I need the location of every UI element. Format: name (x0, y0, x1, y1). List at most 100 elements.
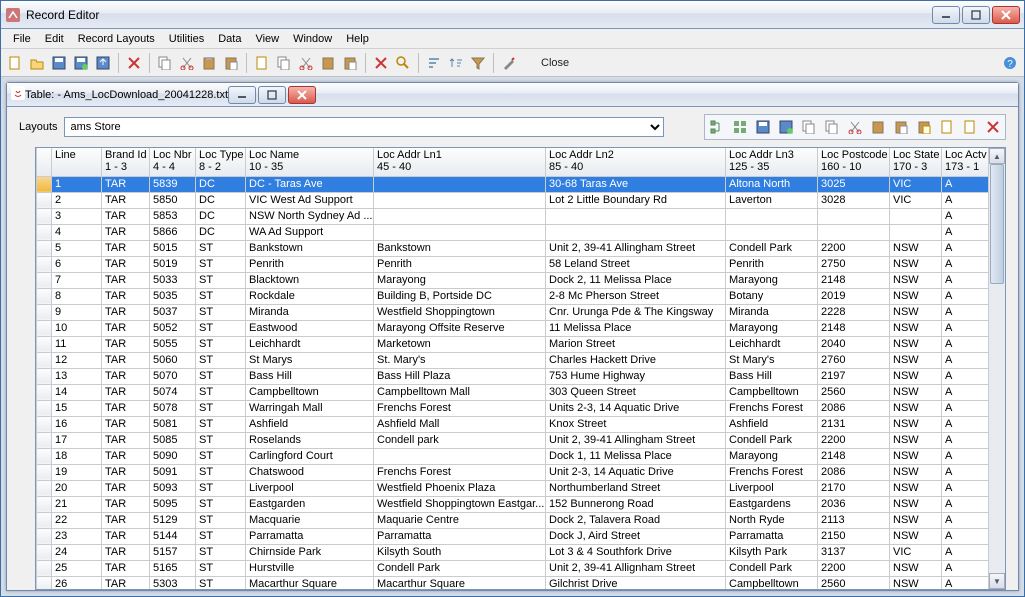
row-selector[interactable] (37, 512, 52, 528)
menu-view[interactable]: View (249, 31, 285, 47)
menu-file[interactable]: File (7, 31, 37, 47)
row-selector[interactable] (37, 320, 52, 336)
row-selector[interactable] (37, 464, 52, 480)
row-selector[interactable] (37, 352, 52, 368)
cell-locname[interactable]: Ashfield (246, 416, 374, 432)
cell-state[interactable]: NSW (890, 448, 942, 464)
cell-locname[interactable]: NSW North Sydney Ad ... (246, 208, 374, 224)
cell-loctype[interactable]: ST (196, 416, 246, 432)
cell-line[interactable]: 23 (52, 528, 102, 544)
cell-loctype[interactable]: ST (196, 320, 246, 336)
cell-line[interactable]: 8 (52, 288, 102, 304)
row-selector[interactable] (37, 304, 52, 320)
cell-locname[interactable]: Warringah Mall (246, 400, 374, 416)
cell-postcode[interactable]: 2131 (818, 416, 890, 432)
cell-addr3[interactable]: Leichhardt (726, 336, 818, 352)
cell-addr2[interactable]: 152 Bunnerong Road (546, 496, 726, 512)
row-selector[interactable] (37, 192, 52, 208)
cell-locname[interactable]: St Marys (246, 352, 374, 368)
row-selector[interactable] (37, 208, 52, 224)
cell-addr3[interactable]: Botany (726, 288, 818, 304)
cell-addr3[interactable]: Ashfield (726, 416, 818, 432)
cell-locname[interactable]: Hurstville (246, 560, 374, 576)
cell-actv[interactable]: A (942, 512, 989, 528)
cell-state[interactable]: NSW (890, 272, 942, 288)
cell-locname[interactable]: Parramatta (246, 528, 374, 544)
cell-addr2[interactable]: Marion Street (546, 336, 726, 352)
cell-locname[interactable]: Eastgarden (246, 496, 374, 512)
layouts-select[interactable]: ams Store (64, 117, 664, 137)
cell-postcode[interactable]: 2197 (818, 368, 890, 384)
cell-locnbr[interactable]: 5090 (150, 448, 196, 464)
cell-actv[interactable]: A (942, 464, 989, 480)
cell-state[interactable] (890, 208, 942, 224)
cell-locnbr[interactable]: 5091 (150, 464, 196, 480)
cell-postcode[interactable]: 2200 (818, 240, 890, 256)
close-link[interactable]: Close (541, 57, 569, 69)
cell-postcode[interactable]: 3028 (818, 192, 890, 208)
cell-addr3[interactable]: Campbelltown (726, 576, 818, 589)
cell-addr3[interactable]: Frenchs Forest (726, 400, 818, 416)
cell-addr2[interactable]: Unit 2-3, 14 Aquatic Drive (546, 464, 726, 480)
table-row[interactable]: 16TAR5081STAshfieldAshfield MallKnox Str… (37, 416, 989, 432)
table-row[interactable]: 21TAR5095STEastgardenWestfield Shoppingt… (37, 496, 989, 512)
cell-locname[interactable]: Miranda (246, 304, 374, 320)
cell-state[interactable]: NSW (890, 464, 942, 480)
cell-addr3[interactable]: Marayong (726, 320, 818, 336)
cell-addr3[interactable]: Eastgardens (726, 496, 818, 512)
table-row[interactable]: 1TAR5839DCDC - Taras Ave30-68 Taras AveA… (37, 176, 989, 192)
close-button[interactable] (992, 6, 1020, 24)
cell-brand[interactable]: TAR (102, 400, 150, 416)
cell-addr2[interactable]: Dock 2, 11 Melissa Place (546, 272, 726, 288)
row-selector[interactable] (37, 416, 52, 432)
cell-addr1[interactable]: Condell Park (374, 560, 546, 576)
table-row[interactable]: 19TAR5091STChatswoodFrenchs ForestUnit 2… (37, 464, 989, 480)
table-row[interactable]: 3TAR5853DCNSW North Sydney Ad ...A (37, 208, 989, 224)
cell-state[interactable]: NSW (890, 480, 942, 496)
cell-postcode[interactable]: 2019 (818, 288, 890, 304)
export-icon[interactable] (93, 53, 113, 73)
cell-line[interactable]: 13 (52, 368, 102, 384)
cell-postcode[interactable]: 2148 (818, 320, 890, 336)
scroll-down-icon[interactable]: ▼ (989, 573, 1005, 589)
table-row[interactable]: 22TAR5129STMacquarieMaquarie CentreDock … (37, 512, 989, 528)
table-row[interactable]: 13TAR5070STBass HillBass Hill Plaza753 H… (37, 368, 989, 384)
cell-locnbr[interactable]: 5070 (150, 368, 196, 384)
cell-addr1[interactable]: Marketown (374, 336, 546, 352)
cell-state[interactable]: NSW (890, 336, 942, 352)
cell-line[interactable]: 12 (52, 352, 102, 368)
cell-actv[interactable]: A (942, 544, 989, 560)
cell-brand[interactable]: TAR (102, 512, 150, 528)
cell-loctype[interactable]: ST (196, 448, 246, 464)
record-view-icon[interactable] (729, 116, 751, 138)
cell-actv[interactable]: A (942, 576, 989, 589)
cell-addr1[interactable] (374, 448, 546, 464)
cell-postcode[interactable] (818, 224, 890, 240)
cell-actv[interactable]: A (942, 256, 989, 272)
cell-actv[interactable]: A (942, 304, 989, 320)
cell-actv[interactable]: A (942, 224, 989, 240)
cell-line[interactable]: 10 (52, 320, 102, 336)
table-row[interactable]: 4TAR5866DCWA Ad SupportA (37, 224, 989, 240)
cell-addr3[interactable]: Laverton (726, 192, 818, 208)
tree-view-icon[interactable] (706, 116, 728, 138)
cell-locnbr[interactable]: 5074 (150, 384, 196, 400)
inner-paste2-icon[interactable] (890, 116, 912, 138)
cell-line[interactable]: 7 (52, 272, 102, 288)
cell-addr1[interactable]: Bankstown (374, 240, 546, 256)
table-row[interactable]: 17TAR5085STRoselandsCondell parkUnit 2, … (37, 432, 989, 448)
inner-delete-icon[interactable] (982, 116, 1004, 138)
cell-loctype[interactable]: ST (196, 288, 246, 304)
cell-addr2[interactable]: Knox Street (546, 416, 726, 432)
row-selector[interactable] (37, 432, 52, 448)
cell-state[interactable]: NSW (890, 496, 942, 512)
inner-copy-icon[interactable] (798, 116, 820, 138)
cell-state[interactable]: NSW (890, 240, 942, 256)
table-row[interactable]: 25TAR5165STHurstvilleCondell ParkUnit 2,… (37, 560, 989, 576)
cell-locname[interactable]: Chatswood (246, 464, 374, 480)
row-selector[interactable] (37, 288, 52, 304)
cell-locname[interactable]: Carlingford Court (246, 448, 374, 464)
cell-line[interactable]: 15 (52, 400, 102, 416)
cell-postcode[interactable]: 2760 (818, 352, 890, 368)
new-doc-icon[interactable] (252, 53, 272, 73)
